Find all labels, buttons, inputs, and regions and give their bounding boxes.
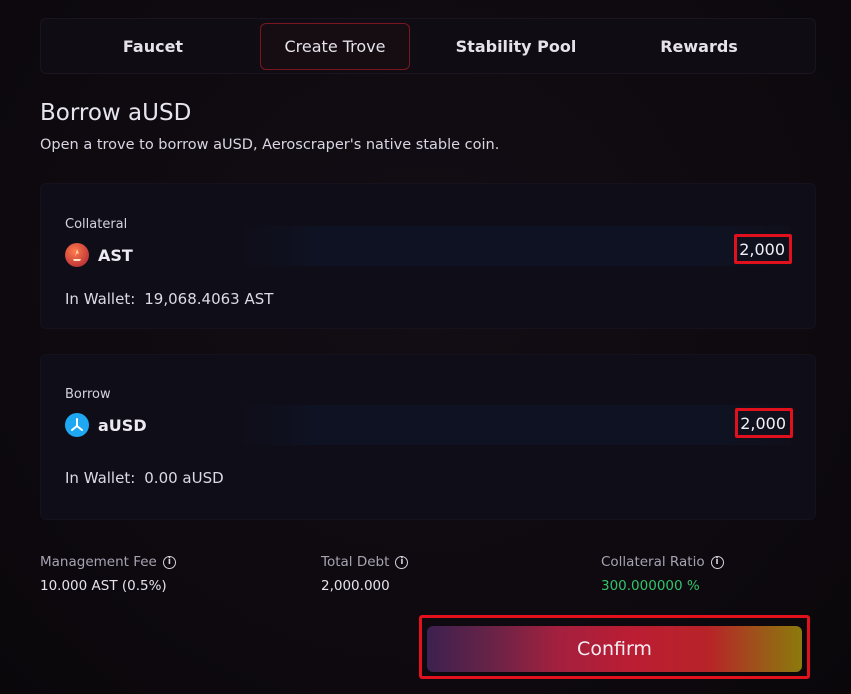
ausd-token-icon — [65, 413, 89, 437]
collateral-wallet-value: 19,068.4063 AST — [144, 290, 274, 308]
tab-faucet[interactable]: Faucet — [81, 23, 225, 70]
page-title: Borrow aUSD — [40, 100, 192, 126]
collateral-amount-field[interactable] — [231, 226, 791, 266]
info-icon[interactable]: i — [710, 555, 724, 569]
total-debt-value: 2,000.000 — [321, 578, 390, 594]
page-subtitle: Open a trove to borrow aUSD, Aeroscraper… — [40, 137, 500, 153]
info-icon[interactable]: i — [162, 555, 176, 569]
collateral-ratio-value: 300.000000 % — [601, 578, 700, 594]
info-icon[interactable]: i — [395, 555, 409, 569]
ast-token-icon — [65, 243, 89, 267]
collateral-ratio-stat: Collateral Ratio i 300.000000 % — [601, 554, 724, 594]
nav-tabs: Faucet Create Trove Stability Pool Rewar… — [40, 18, 816, 74]
total-debt-stat: Total Debt i 2,000.000 — [321, 554, 409, 594]
borrow-wallet-balance: In Wallet: 0.00 aUSD — [65, 469, 224, 487]
collateral-card: Collateral AST 2,000 In Wallet: 19,068.40… — [40, 183, 816, 329]
borrow-token-name: aUSD — [98, 415, 147, 435]
collateral-token-name: AST — [98, 245, 133, 265]
page: Faucet Create Trove Stability Pool Rewar… — [0, 0, 851, 694]
collateral-asset: AST — [65, 243, 133, 267]
tab-rewards[interactable]: Rewards — [624, 23, 774, 70]
borrow-label: Borrow — [65, 387, 111, 402]
collateral-ratio-label: Collateral Ratio — [601, 554, 705, 570]
management-fee-label: Management Fee — [40, 554, 157, 570]
borrow-card: Borrow aUSD 2,000 In Wallet: 0.00 aUSD — [40, 354, 816, 520]
borrow-amount-field[interactable] — [231, 405, 791, 445]
collateral-wallet-label: In Wallet: — [65, 290, 136, 308]
total-debt-label: Total Debt — [321, 554, 390, 570]
management-fee-value: 10.000 AST (0.5%) — [40, 578, 167, 594]
tab-create-trove[interactable]: Create Trove — [260, 23, 410, 70]
collateral-wallet-balance: In Wallet: 19,068.4063 AST — [65, 290, 273, 308]
borrow-amount-input[interactable]: 2,000 — [735, 408, 793, 438]
confirm-button[interactable]: Confirm — [427, 626, 802, 672]
borrow-wallet-value: 0.00 aUSD — [144, 469, 224, 487]
collateral-label: Collateral — [65, 217, 128, 232]
borrow-asset: aUSD — [65, 413, 147, 437]
tab-stability-pool[interactable]: Stability Pool — [441, 23, 591, 70]
collateral-amount-input[interactable]: 2,000 — [734, 234, 792, 264]
management-fee-stat: Management Fee i 10.000 AST (0.5%) — [40, 554, 176, 594]
borrow-wallet-label: In Wallet: — [65, 469, 136, 487]
